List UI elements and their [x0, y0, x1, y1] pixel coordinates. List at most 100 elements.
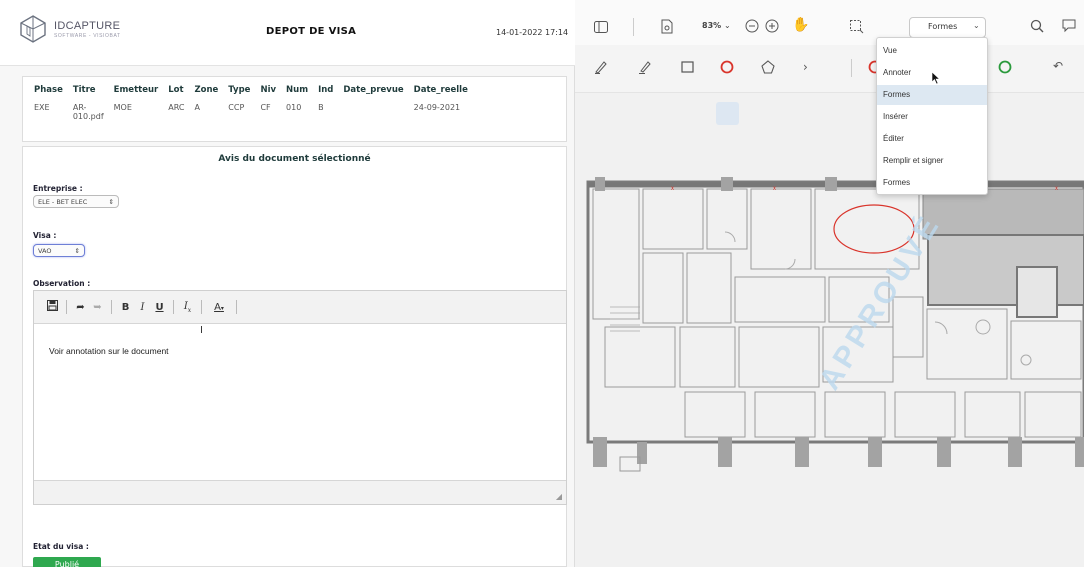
col-niv[interactable]: Niv — [255, 83, 281, 103]
toolbar-divider — [66, 300, 67, 314]
menu-item-inserer[interactable]: Insérer — [877, 107, 987, 127]
menu-item-remplir-signer[interactable]: Remplir et signer — [877, 151, 987, 171]
toolbar-divider — [111, 300, 112, 314]
rectangle-icon[interactable] — [681, 61, 694, 73]
cell-date-reelle: 24-09-2021 — [413, 103, 461, 112]
editor-content[interactable]: Voir annotation sur le document — [49, 346, 169, 356]
col-emetteur[interactable]: Emetteur — [109, 83, 164, 103]
toolbar-divider — [851, 59, 852, 77]
bold-button[interactable]: B — [117, 302, 134, 313]
logo-text: IDCAPTURE — [54, 19, 121, 32]
logo-cube-icon — [20, 15, 46, 43]
toolbar-divider — [201, 300, 202, 314]
cell-titre: AR- 010.pdf — [68, 103, 109, 121]
cell-niv: CF — [260, 103, 271, 112]
redo-icon[interactable]: ➥ — [89, 302, 106, 313]
ellipse-icon[interactable] — [720, 60, 734, 74]
annotation-toolbar: › ↶ — [575, 45, 1084, 125]
zoom-level[interactable]: 83% ⌄ — [702, 21, 731, 30]
page-title: DEPOT DE VISA — [266, 26, 357, 37]
underline-button[interactable]: U — [151, 302, 168, 313]
menu-item-editer[interactable]: Éditer — [877, 129, 987, 149]
mode-select-value: Formes — [928, 22, 958, 31]
col-num[interactable]: Num — [281, 83, 313, 103]
cell-emetteur: MOE — [113, 103, 132, 112]
cell-phase: EXE — [34, 103, 50, 112]
toolbar-divider — [236, 300, 237, 314]
menu-item-vue[interactable]: Vue — [877, 41, 987, 61]
page-header: IDCAPTURE SOFTWARE - VISIOBAT DEPOT DE V… — [0, 0, 575, 66]
cell-titre-line2: 010.pdf — [72, 112, 104, 121]
menu-item-formes-2[interactable]: Formes — [877, 173, 987, 193]
cell-titre-line1: AR- — [72, 103, 87, 112]
comment-icon[interactable] — [1062, 19, 1078, 33]
col-phase[interactable]: Phase — [29, 83, 68, 103]
visa-label: Visa : — [33, 231, 57, 240]
mouse-pointer-icon — [931, 71, 941, 85]
svg-text:x: x — [773, 186, 776, 192]
col-zone[interactable]: Zone — [189, 83, 223, 103]
document-table: Phase Titre Emetteur Lot Zone Type Niv N… — [22, 76, 567, 142]
floor-plan-document[interactable]: xx xx APPROUVÉ — [585, 137, 1084, 503]
avis-section: Avis du document sélectionné Entreprise … — [22, 146, 567, 567]
cell-date-prevue — [338, 103, 408, 121]
page-icon[interactable] — [661, 19, 673, 34]
more-chevron-icon[interactable]: › — [803, 60, 808, 74]
col-date-prevue[interactable]: Date_prevue — [338, 83, 408, 103]
svg-text:x: x — [1055, 186, 1058, 192]
col-lot[interactable]: Lot — [163, 83, 189, 103]
entreprise-select[interactable]: ELE - BET ELEC ⇕ — [33, 195, 119, 208]
observation-editor[interactable]: ➦ ➥ B I U Ix A▾ Voir annotation sur le d… — [33, 290, 567, 505]
search-icon[interactable] — [1030, 19, 1044, 33]
col-type[interactable]: Type — [223, 83, 255, 103]
zoom-out-icon[interactable] — [745, 19, 759, 33]
pan-hand-icon[interactable]: ✋ — [792, 18, 809, 32]
resize-handle-icon[interactable]: ◢ — [556, 492, 562, 501]
undo-icon[interactable]: ↶ — [1053, 59, 1063, 73]
select-arrows-icon: ⇕ — [74, 247, 80, 255]
observation-label: Observation : — [33, 279, 91, 288]
visa-form-panel: IDCAPTURE SOFTWARE - VISIOBAT DEPOT DE V… — [0, 0, 575, 567]
clear-format-button[interactable]: Ix — [179, 301, 196, 314]
zoom-in-icon[interactable] — [765, 19, 779, 33]
visa-select-value: VAO — [38, 247, 52, 255]
toolbar-divider — [633, 18, 634, 36]
editor-statusbar: ◢ — [34, 480, 566, 504]
col-ind[interactable]: Ind — [313, 83, 338, 103]
cell-type: CCP — [228, 103, 245, 112]
pen-icon[interactable] — [594, 60, 607, 74]
header-datetime: 14-01-2022 17:14 — [496, 28, 569, 37]
save-icon[interactable] — [44, 300, 61, 314]
italic-button[interactable]: I — [134, 302, 151, 313]
entreprise-label: Entreprise : — [33, 184, 83, 193]
sidebar-icon[interactable] — [594, 21, 608, 33]
undo-icon[interactable]: ➦ — [72, 302, 89, 313]
text-color-button[interactable]: A▾ — [207, 302, 231, 313]
annotation-mode-select[interactable]: Formes ⌄ — [909, 17, 986, 38]
polygon-icon[interactable] — [761, 60, 775, 74]
highlighter-icon[interactable] — [638, 60, 651, 74]
chevron-down-icon: ⌄ — [973, 21, 980, 30]
logo: IDCAPTURE SOFTWARE - VISIOBAT — [18, 14, 121, 44]
color-green-icon[interactable] — [998, 60, 1012, 74]
table-row[interactable]: EXE AR- 010.pdf MOE ARC A CCP CF 010 B 2… — [29, 103, 473, 121]
logo-subtitle: SOFTWARE - VISIOBAT — [54, 32, 121, 39]
table-header-row: Phase Titre Emetteur Lot Zone Type Niv N… — [29, 83, 473, 103]
svg-text:x: x — [671, 186, 674, 192]
menu-item-formes[interactable]: Formes — [877, 85, 987, 105]
text-cursor-icon: I — [200, 325, 203, 336]
cell-num: 010 — [286, 103, 302, 112]
select-area-icon[interactable] — [849, 19, 864, 34]
cell-ind: B — [318, 103, 324, 112]
col-date-reelle[interactable]: Date_reelle — [409, 83, 473, 103]
visa-select[interactable]: VAO ⇕ — [33, 244, 85, 257]
ellipse-tool-active-bg — [716, 102, 739, 125]
entreprise-select-value: ELE - BET ELEC — [38, 198, 88, 206]
col-titre[interactable]: Titre — [68, 83, 109, 103]
pdf-viewer-panel: 83% ⌄ ✋ Formes ⌄ › ↶ x x x APPROUVÉ — [575, 0, 1084, 567]
viewer-toolbar: 83% ⌄ ✋ Formes ⌄ — [575, 0, 1084, 45]
cell-lot: ARC — [168, 103, 185, 112]
publish-button[interactable]: Publié — [33, 557, 101, 567]
cell-zone: A — [194, 103, 200, 112]
annotation-mode-dropdown: Vue Annoter Formes Insérer Éditer Rempli… — [876, 37, 988, 195]
